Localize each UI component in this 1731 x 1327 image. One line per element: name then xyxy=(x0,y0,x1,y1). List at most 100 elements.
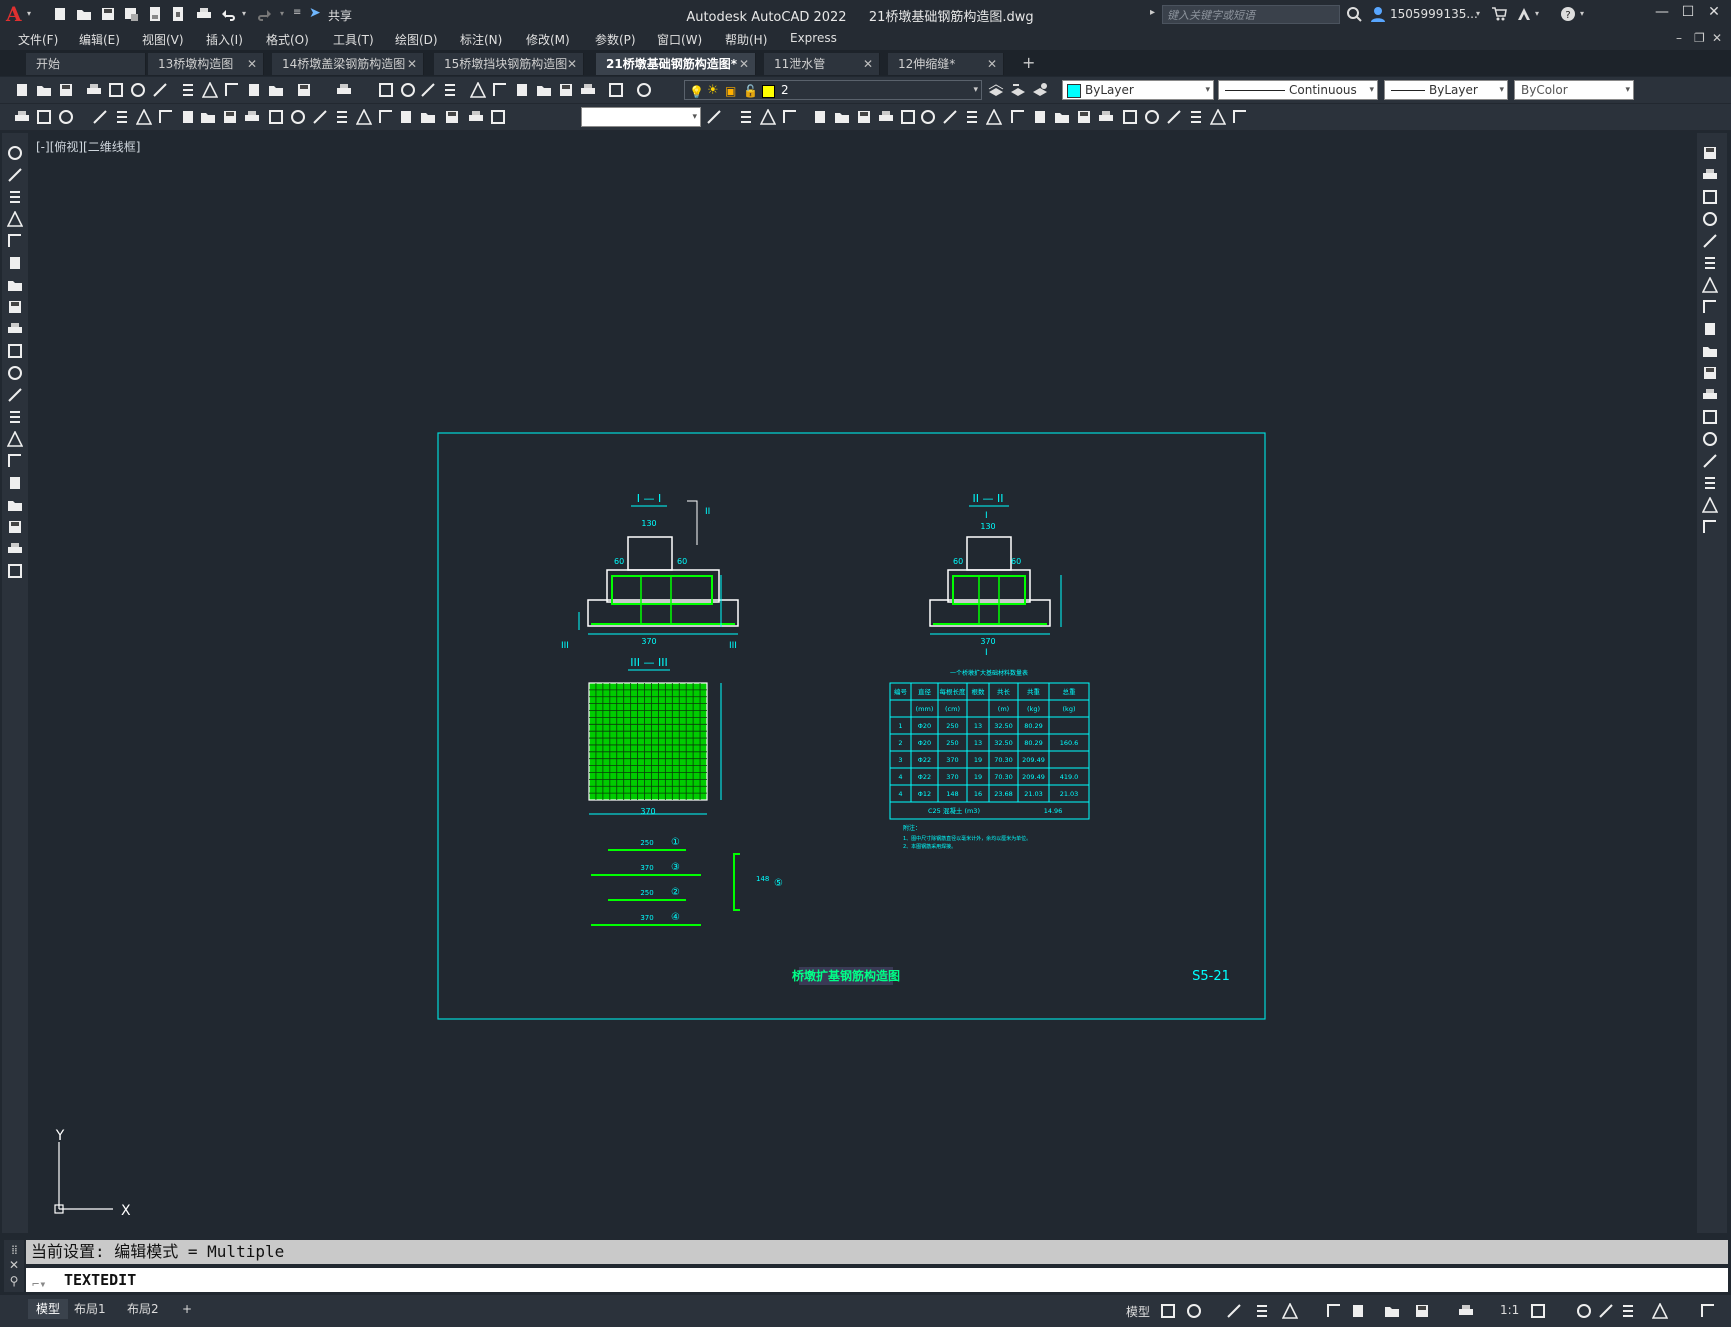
revision-cloud-icon[interactable] xyxy=(7,299,23,315)
array-icon[interactable] xyxy=(1702,233,1718,249)
undo-dropdown-icon[interactable]: ▾ xyxy=(242,9,246,18)
help-icon[interactable]: ? xyxy=(1560,6,1576,22)
join-icon[interactable] xyxy=(1010,109,1026,125)
stretch-icon[interactable] xyxy=(920,109,936,125)
save-web-icon[interactable] xyxy=(170,6,186,22)
line-icon[interactable] xyxy=(7,145,23,161)
cart-icon[interactable] xyxy=(1491,6,1507,22)
markup-icon[interactable] xyxy=(558,82,574,98)
ellipse-arc-icon[interactable] xyxy=(7,365,23,381)
layer-combo[interactable]: 💡 ☀ ▣ 🔓 2 ▾ xyxy=(684,80,982,100)
spline-icon[interactable] xyxy=(7,321,23,337)
paste-icon[interactable] xyxy=(224,82,240,98)
rotate-icon[interactable] xyxy=(1702,277,1718,293)
annotate-plus-icon[interactable] xyxy=(1576,1303,1592,1319)
explode-icon[interactable] xyxy=(1702,519,1718,535)
new-icon[interactable] xyxy=(52,6,68,22)
layer-lock-icon[interactable]: 🔓 xyxy=(743,82,758,100)
tab-14[interactable]: 14桥墩盖梁钢筋构造图 ✕ xyxy=(272,53,424,75)
calculator-icon[interactable] xyxy=(580,82,596,98)
baseline-icon[interactable] xyxy=(244,109,260,125)
redo-icon[interactable] xyxy=(256,6,272,22)
isodraft-icon[interactable] xyxy=(1282,1303,1298,1319)
chevron-down-icon[interactable]: ▾ xyxy=(692,108,697,126)
layer-properties-icon[interactable] xyxy=(636,82,652,98)
extend-icon[interactable] xyxy=(1702,365,1718,381)
customize-wrench-icon[interactable]: ⚲ xyxy=(4,1274,24,1288)
dimstyle-icon[interactable] xyxy=(490,109,506,125)
save-icon[interactable] xyxy=(58,82,74,98)
tab-layout1[interactable]: 布局1 xyxy=(66,1299,114,1319)
ordinate-icon[interactable] xyxy=(114,109,130,125)
blend-curves-icon[interactable] xyxy=(1702,497,1718,513)
tab-close-icon[interactable]: ✕ xyxy=(863,53,873,75)
command-prompt-icon[interactable]: ⌐▾ xyxy=(32,1272,58,1291)
menu-parametric[interactable]: 参数(P) xyxy=(595,31,636,48)
workspace-gear-icon[interactable] xyxy=(1530,1303,1546,1319)
tolerance-icon[interactable] xyxy=(334,109,350,125)
layer-on-icon[interactable]: 💡 xyxy=(689,83,704,101)
3dprint-icon[interactable] xyxy=(152,82,168,98)
maximize-button[interactable]: ☐ xyxy=(1678,4,1698,24)
block-editor-icon[interactable] xyxy=(268,82,284,98)
menu-help[interactable]: 帮助(H) xyxy=(725,31,767,48)
tab-close-icon[interactable]: ✕ xyxy=(987,53,997,75)
menu-draw[interactable]: 绘图(D) xyxy=(395,31,438,48)
table-icon[interactable] xyxy=(7,519,23,535)
color-combo[interactable]: ByLayer ▾ xyxy=(1062,80,1214,100)
draw-order-icon[interactable] xyxy=(1144,109,1160,125)
chevron-down-icon[interactable]: ▾ xyxy=(1205,81,1210,99)
customize-qat-icon[interactable]: ≡ xyxy=(293,7,301,18)
erase-icon[interactable] xyxy=(1702,145,1718,161)
break-at-point-icon[interactable] xyxy=(1702,387,1718,403)
hatch-back-icon[interactable] xyxy=(1232,109,1248,125)
tab-close-icon[interactable]: ✕ xyxy=(407,53,417,75)
tab-15[interactable]: 15桥墩挡块钢筋构造图 ✕ xyxy=(434,53,584,75)
pan-icon[interactable] xyxy=(378,82,394,98)
quick-dim-icon[interactable] xyxy=(222,109,238,125)
radius-icon[interactable] xyxy=(136,109,152,125)
move-icon[interactable] xyxy=(856,109,872,125)
stretch-icon[interactable] xyxy=(1702,321,1718,337)
redo-icon[interactable] xyxy=(336,82,352,98)
rectangle-icon[interactable] xyxy=(7,233,23,249)
text-front-icon[interactable] xyxy=(1210,109,1226,125)
chamfer-icon[interactable] xyxy=(1702,453,1718,469)
menu-file[interactable]: 文件(F) xyxy=(18,31,58,48)
dimstyle-apply-icon[interactable] xyxy=(706,109,722,125)
menu-view[interactable]: 视图(V) xyxy=(142,31,184,48)
osnap-icon[interactable] xyxy=(1326,1303,1342,1319)
menu-insert[interactable]: 插入(I) xyxy=(206,31,243,48)
diameter-icon[interactable] xyxy=(180,109,196,125)
aligned-dim-icon[interactable] xyxy=(58,109,74,125)
mirror-icon[interactable] xyxy=(782,109,798,125)
redo-dropdown-icon[interactable]: ▾ xyxy=(280,9,284,18)
zoom-previous-icon[interactable] xyxy=(442,82,458,98)
ortho-icon[interactable] xyxy=(1226,1303,1242,1319)
tool-palette-icon[interactable] xyxy=(514,82,530,98)
autoscale-icon[interactable] xyxy=(1458,1303,1474,1319)
copy-icon[interactable] xyxy=(1702,167,1718,183)
array-icon[interactable] xyxy=(834,109,850,125)
jogged-icon[interactable] xyxy=(158,109,174,125)
match-properties-icon[interactable] xyxy=(246,82,262,98)
polar-icon[interactable] xyxy=(1254,1303,1270,1319)
share-icon[interactable]: ➤ xyxy=(309,5,321,21)
share-button[interactable]: 共享 xyxy=(328,7,352,24)
copy-object-icon[interactable] xyxy=(760,109,776,125)
minimize-button[interactable]: — xyxy=(1652,4,1672,24)
help-dropdown-icon[interactable]: ▾ xyxy=(1580,9,1584,18)
undo-icon[interactable] xyxy=(221,6,237,22)
doc-restore-button[interactable]: ❐ xyxy=(1694,31,1705,45)
chevron-down-icon[interactable]: ▾ xyxy=(1499,81,1504,99)
command-input[interactable]: ⌐▾ TEXTEDIT xyxy=(26,1268,1728,1292)
menu-tools[interactable]: 工具(T) xyxy=(333,31,374,48)
tab-11[interactable]: 11泄水管 ✕ xyxy=(764,53,880,75)
send-back-icon[interactable] xyxy=(1188,109,1204,125)
scale-icon[interactable] xyxy=(900,109,916,125)
arc-icon[interactable] xyxy=(7,255,23,271)
plot-preview-icon[interactable] xyxy=(108,82,124,98)
qnew-icon[interactable] xyxy=(14,82,30,98)
continue-icon[interactable] xyxy=(268,109,284,125)
tab-start[interactable]: 开始 xyxy=(26,53,146,75)
